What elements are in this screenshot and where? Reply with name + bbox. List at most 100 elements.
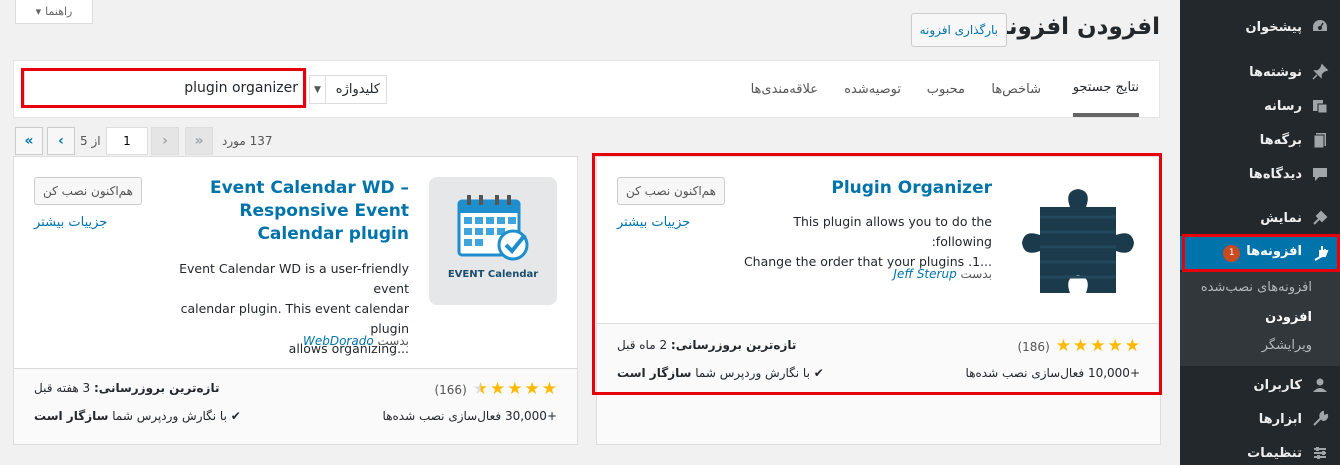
tab-favorites[interactable]: علاقه‌مندی‌ها	[751, 61, 818, 117]
menu-label: برگه‌ها	[1259, 132, 1302, 148]
menu-users[interactable]: کاربران	[1180, 368, 1340, 402]
author-prefix: بدست	[377, 334, 409, 348]
star-icon: ★	[1073, 336, 1089, 356]
menu-appearance[interactable]: نمایش	[1180, 201, 1340, 235]
comments-icon	[1310, 164, 1330, 184]
items-count: 137 مورد	[222, 134, 273, 148]
update-count-badge: 1	[1223, 245, 1241, 262]
last-page-button[interactable]: »	[15, 127, 43, 155]
star-icon: ★	[1055, 336, 1071, 356]
star-rating: ★ ★ ★ ★ ★ (186)	[1017, 338, 1140, 355]
plugins-submenu: افزونه‌های نصب‌شده افزودن ویرایشگر	[1180, 272, 1340, 366]
admin-sidebar: پیشخوان نوشته‌ها رسانه برگه‌ها دیدگاه‌ها…	[1172, 0, 1340, 465]
description-line: calendar plugin. This event calendar plu…	[180, 301, 409, 336]
search-plugins-input[interactable]	[24, 70, 307, 106]
appearance-icon	[1310, 208, 1330, 228]
menu-pages[interactable]: برگه‌ها	[1180, 123, 1340, 157]
calendar-icon: EVENT Calendar	[429, 177, 557, 305]
help-tab[interactable]: راهنما ▾	[15, 0, 93, 24]
plugin-name-link[interactable]: Event Calendar WD – Responsive Event Cal…	[187, 177, 409, 246]
check-icon: ✔	[230, 409, 241, 423]
star-icon: ★	[541, 379, 557, 399]
menu-media[interactable]: رسانه	[1180, 89, 1340, 123]
menu-label: افزونه‌ها 1	[1223, 244, 1302, 262]
last-updated-value: 2 ماه قبل	[617, 338, 668, 352]
plugin-card-bottom: ★ ★ ★ ★ ★ (186) +10,000 فعال‌سازی نصب شد…	[597, 323, 1160, 444]
last-updated: تازه‌ترین بروزرسانی: 3 هفته قبل	[34, 381, 219, 395]
menu-plugins-label: افزونه‌ها	[1246, 244, 1302, 259]
menu-label: کاربران	[1253, 377, 1302, 393]
menu-label: نوشته‌ها	[1249, 64, 1302, 80]
settings-icon	[1310, 443, 1330, 463]
menu-label: نمایش	[1260, 210, 1302, 226]
menu-posts[interactable]: نوشته‌ها	[1180, 55, 1340, 89]
users-icon	[1310, 375, 1330, 395]
half-star-icon: ★	[472, 379, 488, 399]
plugin-card-plugin-organizer: Plugin Organizer This plugin allows you …	[596, 156, 1161, 445]
upload-plugin-button[interactable]: بارگذاری افزونه	[910, 13, 1007, 47]
compatibility: ✔ با نگارش وردپرس شما سازگار است	[617, 366, 824, 380]
plugin-author: بدست WebDorado	[303, 334, 409, 348]
menu-plugins[interactable]: افزونه‌ها 1	[1172, 236, 1340, 270]
total-pages: از 5	[80, 134, 101, 148]
star-icon: ★	[507, 379, 523, 399]
icon-caption: EVENT Calendar	[448, 269, 538, 280]
last-updated-label: تازه‌ترین بروزرسانی:	[94, 381, 220, 395]
star-icon: ★	[1090, 336, 1106, 356]
more-details-link[interactable]: جزییات بیشتر	[617, 215, 690, 230]
compat-strong: سازگار است	[34, 409, 109, 423]
tools-icon	[1310, 409, 1330, 429]
menu-settings[interactable]: تنظیمات	[1180, 436, 1340, 465]
submenu-installed-plugins[interactable]: افزونه‌های نصب‌شده	[1201, 280, 1312, 295]
plugin-name-link[interactable]: Plugin Organizer	[770, 177, 992, 200]
chevron-down-icon: ▾	[35, 5, 42, 18]
menu-label: پیشخوان	[1245, 19, 1303, 35]
current-page-input[interactable]	[106, 127, 148, 155]
menu-tools[interactable]: ابزارها	[1180, 402, 1340, 436]
last-updated-value: 3 هفته قبل	[34, 381, 91, 395]
menu-label: ابزارها	[1258, 411, 1302, 427]
star-icon: ★	[524, 379, 540, 399]
rating-count: (186)	[1017, 339, 1050, 354]
tab-popular[interactable]: محبوب	[927, 61, 965, 117]
submenu-editor[interactable]: ویرایشگر	[1262, 338, 1312, 353]
menu-dashboard[interactable]: پیشخوان	[1180, 10, 1340, 44]
tab-featured[interactable]: شاخص‌ها	[991, 61, 1041, 117]
plugin-card-bottom: ★ ★ ★ ★ ★ (166) +30,000 فعال‌سازی نصب شد…	[14, 368, 577, 444]
chevron-down-icon: ▼	[310, 76, 326, 103]
menu-label: دیدگاه‌ها	[1248, 166, 1302, 182]
rating-count: (166)	[434, 382, 467, 397]
install-now-button[interactable]: هم‌اکنون نصب کن	[617, 177, 725, 205]
help-tab-label: راهنما	[45, 5, 73, 18]
check-icon: ✔	[813, 366, 824, 380]
search-type-select[interactable]: کلیدواژه ▼	[309, 75, 387, 104]
active-installs: +30,000 فعال‌سازی نصب شده‌ها	[382, 409, 557, 423]
plugins-icon	[1310, 243, 1330, 263]
dashboard-icon	[1310, 17, 1330, 37]
page-title: افزودن افزونه	[994, 14, 1160, 40]
menu-comments[interactable]: دیدگاه‌ها	[1180, 157, 1340, 191]
menu-label: تنظیمات	[1247, 445, 1302, 461]
plugin-card-event-calendar: EVENT Calendar Event Calendar WD – Respo…	[13, 156, 578, 445]
submenu-add-new[interactable]: افزودن	[1265, 310, 1312, 325]
star-icon: ★	[490, 379, 506, 399]
compat-text: با نگارش وردپرس شما	[112, 409, 227, 423]
puzzle-icon	[1012, 177, 1140, 305]
media-icon	[1310, 96, 1330, 116]
plugin-author: بدست Jeff Sterup	[893, 267, 992, 281]
author-link[interactable]: WebDorado	[303, 334, 374, 348]
install-now-button[interactable]: هم‌اکنون نصب کن	[34, 177, 142, 205]
tab-recommended[interactable]: توصیه‌شده	[844, 61, 901, 117]
description-line: Event Calendar WD is a user-friendly eve…	[179, 261, 409, 296]
author-prefix: بدست	[960, 267, 992, 281]
next-page-button[interactable]: ›	[47, 127, 75, 155]
pages-icon	[1310, 130, 1330, 150]
search-type-value: کلیدواژه	[335, 82, 380, 97]
author-link[interactable]: Jeff Sterup	[893, 267, 956, 281]
active-installs: +10,000 فعال‌سازی نصب شده‌ها	[965, 366, 1140, 380]
plugin-filter-bar: نتایج جستجو شاخص‌ها محبوب توصیه‌شده علاق…	[13, 60, 1160, 118]
more-details-link[interactable]: جزییات بیشتر	[34, 215, 107, 230]
first-page-button[interactable]: «	[185, 127, 213, 155]
tab-search-results[interactable]: نتایج جستجو	[1072, 61, 1139, 117]
prev-page-button[interactable]: ‹	[151, 127, 179, 155]
